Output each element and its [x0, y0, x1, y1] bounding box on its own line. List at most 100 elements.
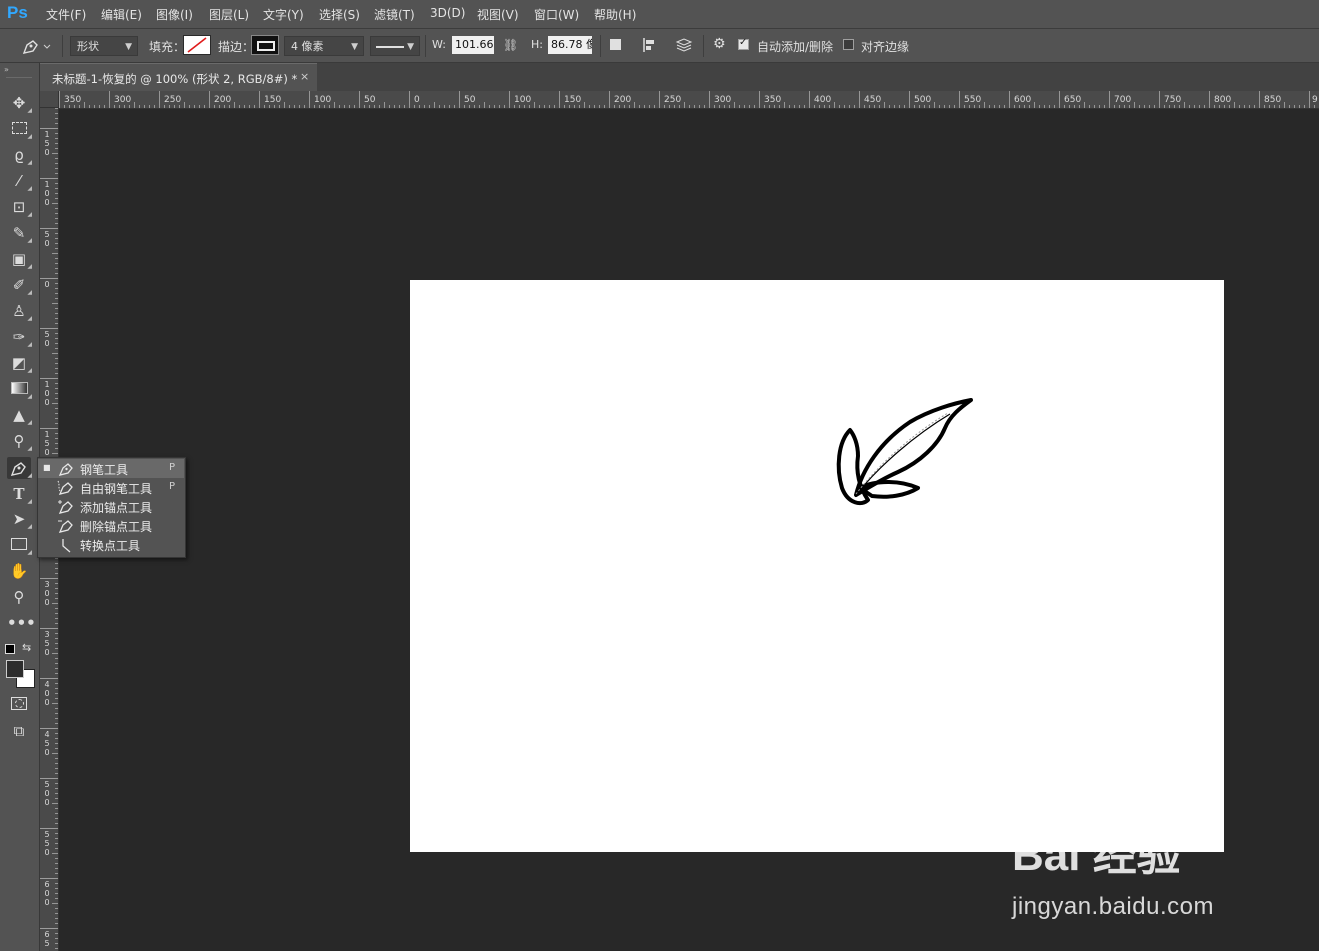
dodge-tool-icon[interactable]: ⚲ ◢	[7, 430, 33, 452]
mode-dropdown[interactable]: 形状 ▼	[70, 36, 138, 56]
screen-mode-icon[interactable]: ⧉	[7, 720, 31, 742]
menu-file[interactable]: 文件(F)	[46, 6, 86, 23]
eyedropper-tool-icon[interactable]: ✎ ◢	[7, 222, 32, 244]
gradient-tool-icon[interactable]: ◢	[7, 378, 32, 400]
flyout-label: 转换点工具	[80, 539, 141, 553]
path-arrangement-icon[interactable]	[674, 36, 694, 54]
menu-window[interactable]: 窗口(W)	[534, 6, 579, 23]
stroke-type-dropdown[interactable]: ▼	[370, 36, 420, 56]
document-tab[interactable]: 未标题-1-恢复的 @ 100% (形状 2, RGB/8#) * ×	[40, 63, 317, 91]
flyout-item-delete-anchor-tool[interactable]: 删除锚点工具	[38, 516, 184, 535]
mode-value: 形状	[77, 40, 99, 53]
flyout-item-add-anchor-tool[interactable]: 添加锚点工具	[38, 497, 184, 516]
swap-colors-icon[interactable]: ⇆	[22, 641, 31, 654]
history-brush-tool-icon[interactable]: ✑ ◢	[7, 326, 32, 348]
path-alignment-icon[interactable]	[642, 37, 658, 53]
flyout-item-pen-tool[interactable]: ■ 钢笔工具 P	[38, 459, 184, 478]
selected-bullet-icon: ■	[43, 463, 51, 472]
watermark-logo-text: Bai 经验	[1012, 831, 1181, 880]
quick-mask-icon[interactable]	[7, 694, 31, 716]
menu-type[interactable]: 文字(Y)	[263, 6, 304, 23]
default-colors-icon[interactable]	[5, 644, 15, 654]
ruler-label: 4 0 0	[44, 680, 50, 707]
menu-image[interactable]: 图像(I)	[156, 6, 193, 23]
ruler-label: 800	[1214, 95, 1232, 105]
marquee-tool-icon[interactable]: ◢	[7, 118, 32, 140]
menu-3d[interactable]: 3D(D)	[430, 6, 465, 20]
brush-tool-icon[interactable]: ✐ ◢	[7, 274, 32, 296]
ruler-label: 50	[464, 95, 476, 105]
path-select-tool-icon[interactable]: ➤ ◢	[7, 508, 32, 530]
menu-bar: Ps 文件(F) 编辑(E) 图像(I) 图层(L) 文字(Y) 选择(S) 滤…	[0, 0, 1319, 29]
link-icon[interactable]: ⛓	[503, 38, 518, 52]
ruler-origin[interactable]	[40, 91, 59, 108]
flyout-item-convert-point-tool[interactable]: 转换点工具	[38, 535, 184, 554]
zoom-tool-icon[interactable]: ⚲	[7, 586, 31, 608]
eraser-tool-icon[interactable]: ◩ ◢	[7, 352, 32, 374]
options-bar: 形状 ▼ 填充： 描边： 4 像素 ▼ ▼ W: 101.66 像 ⛓ H: 8…	[0, 29, 1319, 63]
more-tools-icon[interactable]: •••	[7, 612, 36, 634]
stroke-swatch[interactable]	[251, 35, 279, 55]
menu-select[interactable]: 选择(S)	[319, 6, 360, 23]
auto-add-delete-checkbox[interactable]	[738, 37, 749, 50]
ruler-label: 400	[814, 95, 832, 105]
ruler-label: 1 0 0	[44, 180, 50, 207]
patch-tool-icon[interactable]: ▣ ◢	[7, 248, 32, 270]
ruler-label: 300	[114, 95, 132, 105]
close-icon[interactable]: ×	[300, 70, 309, 83]
ruler-label: 5 0 0	[44, 780, 50, 807]
stamp-tool-icon[interactable]: ♙ ◢	[7, 300, 32, 322]
ruler-label: 0	[44, 280, 50, 289]
stroke-width-dropdown[interactable]: 4 像素 ▼	[284, 36, 364, 56]
magic-wand-tool-icon[interactable]: ⁄ ◢	[7, 170, 32, 192]
hand-tool-icon[interactable]: ✋	[7, 560, 31, 582]
height-input[interactable]: 86.78 像	[548, 36, 592, 54]
convert-point-icon	[57, 536, 75, 554]
document-canvas[interactable]	[410, 280, 1224, 852]
ruler-label: 250	[164, 95, 182, 105]
ruler-label: 0	[414, 95, 420, 105]
align-edges-label: 对齐边缘	[861, 40, 910, 54]
pen-icon	[22, 40, 51, 54]
stroke-label: 描边：	[218, 40, 255, 54]
foreground-color-swatch[interactable]	[6, 660, 24, 678]
flyout-label: 钢笔工具	[80, 463, 129, 477]
collapse-icon[interactable]: »	[4, 65, 9, 74]
fill-swatch[interactable]	[183, 35, 211, 55]
ruler-label: 1 0 0	[44, 380, 50, 407]
ruler-label: 300	[714, 95, 732, 105]
pen-tool-icon[interactable]: ◢	[7, 457, 32, 479]
ruler-label: 600	[1014, 95, 1032, 105]
shortcut-key: P	[169, 481, 176, 492]
tool-preset-picker[interactable]	[20, 36, 52, 56]
horizontal-ruler[interactable]: 350 300 250 200 150 100 50 0 50 100 150 …	[59, 91, 1319, 109]
sharpen-tool-icon[interactable]: ▲ ◢	[7, 404, 32, 426]
flyout-label: 自由钢笔工具	[80, 482, 153, 496]
ruler-label: 200	[214, 95, 232, 105]
lasso-tool-icon[interactable]: ϱ ◢	[7, 144, 32, 166]
menu-layer[interactable]: 图层(L)	[209, 6, 249, 23]
rectangle-tool-icon[interactable]: ◢	[7, 534, 32, 556]
width-label: W:	[432, 38, 446, 51]
flyout-item-freeform-pen-tool[interactable]: 自由钢笔工具 P	[38, 478, 184, 497]
menu-view[interactable]: 视图(V)	[477, 6, 519, 23]
gear-icon[interactable]: ⚙	[713, 36, 726, 52]
shortcut-key: P	[169, 462, 176, 473]
no-fill-icon	[187, 37, 207, 53]
menu-help[interactable]: 帮助(H)	[594, 6, 636, 23]
crop-tool-icon[interactable]: ⊡ ◢	[7, 196, 32, 218]
align-edges-checkbox[interactable]	[843, 39, 854, 50]
move-tool-icon[interactable]: ✥ ◢	[7, 92, 32, 114]
ruler-label: 50	[364, 95, 376, 105]
ruler-label: 100	[514, 95, 532, 105]
ruler-label: 6 5	[44, 930, 50, 948]
menu-filter[interactable]: 滤镜(T)	[374, 6, 415, 23]
path-operations-icon[interactable]	[610, 39, 621, 50]
pen-icon	[57, 460, 75, 478]
menu-edit[interactable]: 编辑(E)	[101, 6, 142, 23]
ruler-label: 700	[1114, 95, 1132, 105]
width-input[interactable]: 101.66 像	[452, 36, 494, 54]
watermark-url: jingyan.baidu.com	[1012, 893, 1214, 920]
type-tool-icon[interactable]: T ◢	[7, 483, 32, 505]
stroke-preview-icon	[257, 41, 275, 51]
